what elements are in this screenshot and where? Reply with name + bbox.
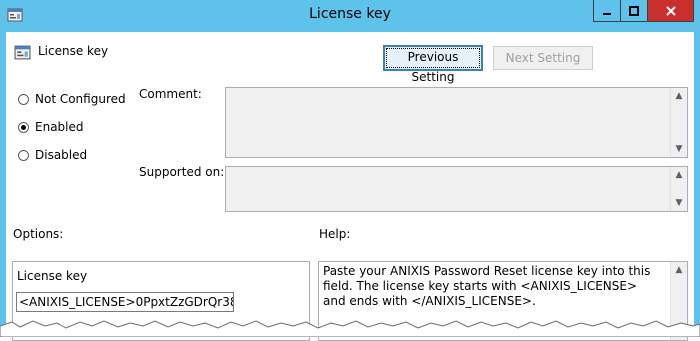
radio-enabled-label: Enabled bbox=[35, 120, 84, 134]
radio-not-configured-label: Not Configured bbox=[35, 92, 126, 106]
radio-not-configured[interactable]: Not Configured bbox=[18, 91, 126, 107]
title-bar[interactable]: License key bbox=[0, 0, 700, 32]
help-label: Help: bbox=[319, 227, 351, 241]
options-label: Options: bbox=[13, 227, 64, 241]
dialog-body: License key Previous Setting Next Settin… bbox=[6, 32, 694, 341]
previous-setting-button[interactable]: Previous Setting bbox=[383, 45, 483, 84]
focus-ring bbox=[386, 48, 480, 68]
radio-disabled-circle[interactable] bbox=[18, 149, 29, 161]
maximize-button[interactable] bbox=[620, 0, 648, 22]
supported-on-scrollbar[interactable]: ▲ ▼ bbox=[670, 167, 687, 211]
supported-on-label: Supported on: bbox=[139, 165, 225, 179]
radio-enabled-circle[interactable] bbox=[18, 121, 29, 133]
next-setting-label: Next Setting bbox=[505, 51, 581, 65]
setting-name: License key bbox=[38, 44, 109, 58]
close-icon bbox=[665, 5, 676, 16]
comment-label: Comment: bbox=[139, 87, 202, 101]
supported-on-field: ▲ ▼ bbox=[225, 166, 688, 212]
close-button[interactable] bbox=[647, 0, 694, 22]
minimize-button[interactable] bbox=[593, 0, 621, 22]
scroll-up-icon[interactable]: ▲ bbox=[671, 262, 687, 278]
maximize-icon bbox=[629, 5, 639, 16]
radio-not-configured-circle[interactable] bbox=[18, 93, 29, 105]
comment-field[interactable]: ▲ ▼ bbox=[225, 87, 688, 158]
comment-scrollbar[interactable]: ▲ ▼ bbox=[670, 88, 687, 157]
radio-enabled[interactable]: Enabled bbox=[18, 119, 84, 135]
torn-edge-decoration bbox=[0, 320, 700, 337]
radio-disabled-label: Disabled bbox=[35, 148, 88, 162]
license-key-input[interactable]: <ANIXIS_LICENSE>0PpxtZzGDrQr38jJze97 bbox=[16, 292, 234, 312]
setting-icon bbox=[14, 45, 31, 60]
scroll-up-icon[interactable]: ▲ bbox=[671, 167, 687, 183]
scroll-up-icon[interactable]: ▲ bbox=[671, 88, 687, 104]
help-text: Paste your ANIXIS Password Reset license… bbox=[323, 264, 651, 308]
next-setting-button[interactable]: Next Setting bbox=[493, 46, 593, 70]
minimize-icon bbox=[603, 12, 611, 15]
scroll-down-icon[interactable]: ▼ bbox=[671, 195, 687, 211]
license-key-field-label: License key bbox=[17, 269, 88, 283]
scroll-down-icon[interactable]: ▼ bbox=[671, 141, 687, 157]
policy-window: License key License key Previous Setting… bbox=[0, 0, 700, 341]
radio-disabled[interactable]: Disabled bbox=[18, 147, 87, 163]
